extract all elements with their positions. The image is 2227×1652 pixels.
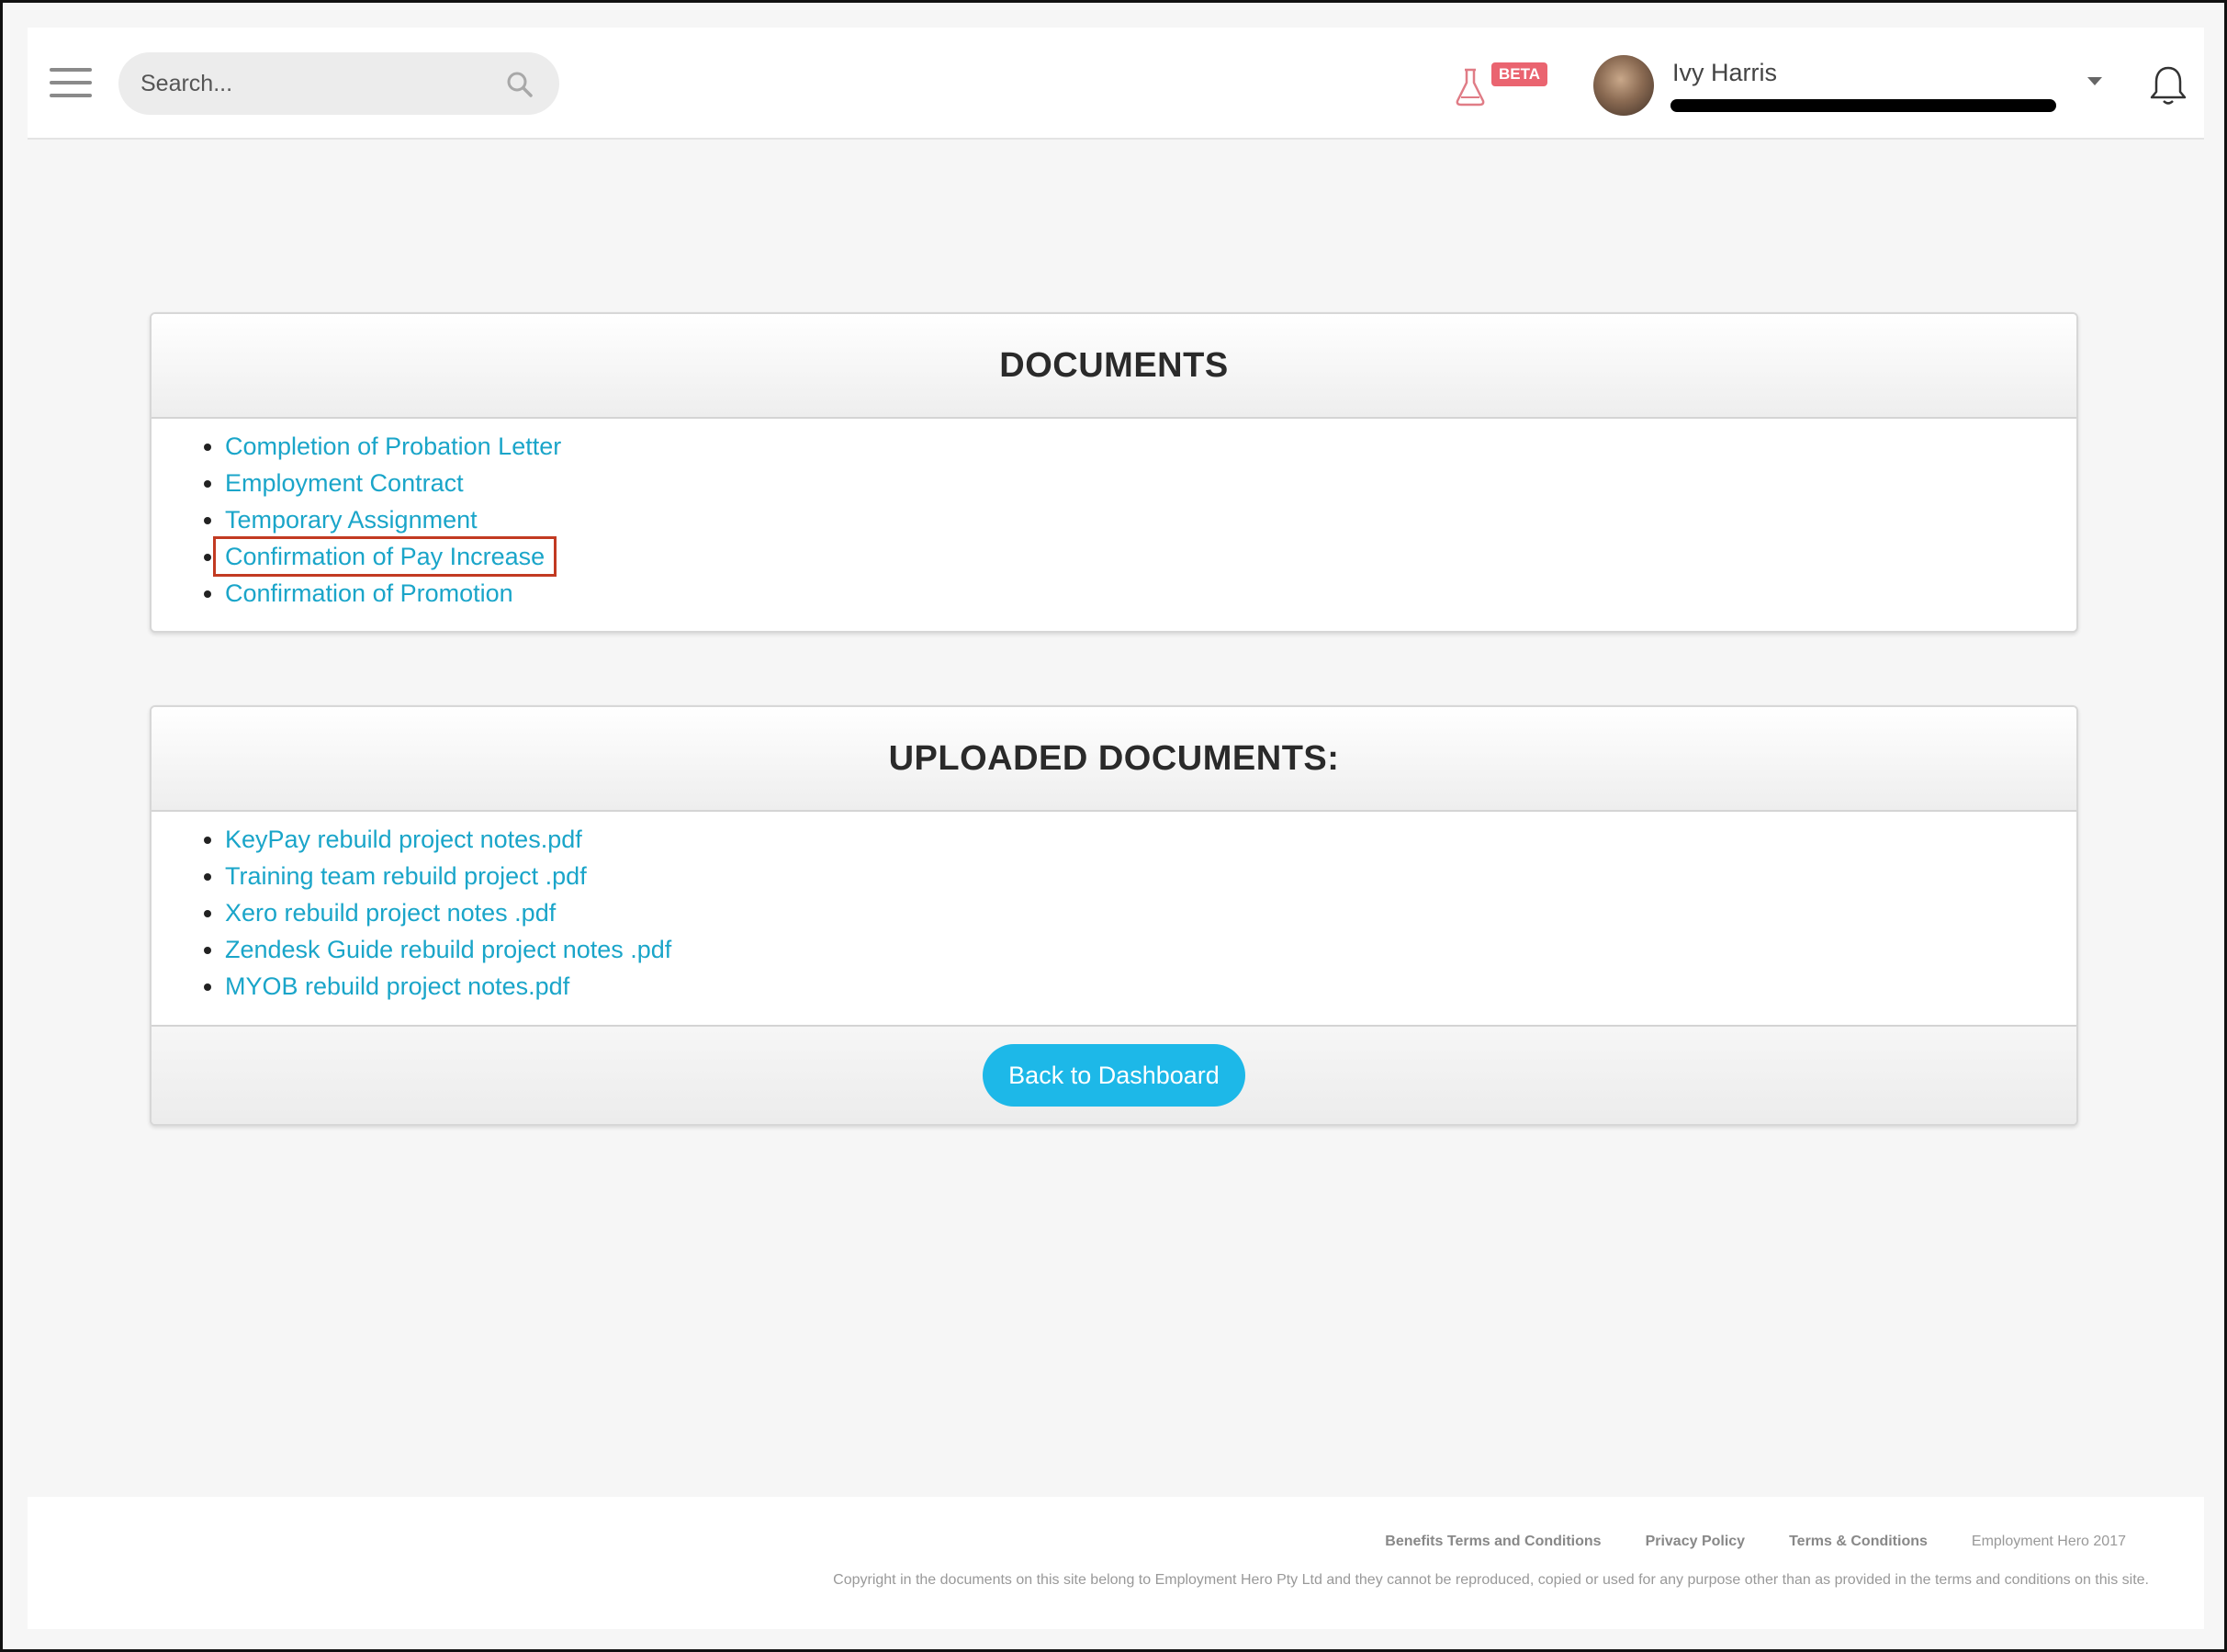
footer-brand: Employment Hero 2017 — [1971, 1534, 2126, 1549]
list-item: KeyPay rebuild project notes.pdf — [225, 821, 2076, 858]
bell-icon[interactable] — [2149, 64, 2188, 107]
beta-features[interactable]: BETA — [1454, 61, 1564, 107]
user-name: Ivy Harris — [1672, 59, 1777, 86]
document-link[interactable]: Employment Contract — [225, 469, 464, 497]
top-bar: BETA Ivy Harris — [28, 28, 2204, 140]
list-item: Temporary Assignment — [225, 501, 2076, 538]
benefits-terms-link[interactable]: Benefits Terms and Conditions — [1385, 1534, 1601, 1550]
search-box[interactable] — [118, 52, 559, 115]
uploaded-documents-panel: UPLOADED DOCUMENTS: KeyPay rebuild proje… — [150, 705, 2078, 1126]
document-link[interactable]: Completion of Probation Letter — [225, 433, 561, 460]
panel-footer: Back to Dashboard — [152, 1025, 2076, 1124]
copyright-text: Copyright in the documents on this site … — [833, 1572, 2149, 1588]
menu-icon[interactable] — [50, 68, 92, 97]
uploaded-documents-list: KeyPay rebuild project notes.pdf Trainin… — [152, 812, 2076, 1005]
search-icon[interactable] — [506, 71, 534, 98]
list-item: Confirmation of Pay Increase — [212, 536, 2076, 577]
chevron-down-icon[interactable] — [2086, 75, 2104, 88]
uploaded-documents-title: UPLOADED DOCUMENTS: — [888, 738, 1340, 778]
document-link[interactable]: Confirmation of Promotion — [225, 579, 513, 607]
document-link[interactable]: Temporary Assignment — [225, 506, 478, 534]
flask-icon — [1456, 68, 1485, 107]
uploaded-file-link[interactable]: MYOB rebuild project notes.pdf — [225, 972, 569, 1000]
list-item: Training team rebuild project .pdf — [225, 858, 2076, 894]
user-menu[interactable]: Ivy Harris — [1593, 48, 2108, 121]
documents-panel: DOCUMENTS Completion of Probation Letter… — [150, 312, 2078, 633]
list-item: Xero rebuild project notes .pdf — [225, 894, 2076, 931]
list-item: MYOB rebuild project notes.pdf — [225, 968, 2076, 1005]
page-footer: Benefits Terms and Conditions Privacy Po… — [28, 1497, 2204, 1629]
uploaded-file-link[interactable]: Zendesk Guide rebuild project notes .pdf — [225, 936, 671, 963]
list-item: Zendesk Guide rebuild project notes .pdf — [225, 931, 2076, 968]
list-item: Employment Contract — [225, 465, 2076, 501]
list-item: Confirmation of Promotion — [225, 575, 2076, 612]
documents-header: DOCUMENTS — [152, 314, 2076, 419]
privacy-policy-link[interactable]: Privacy Policy — [1646, 1534, 1746, 1550]
back-to-dashboard-button[interactable]: Back to Dashboard — [983, 1044, 1245, 1107]
footer-links: Benefits Terms and Conditions Privacy Po… — [1385, 1534, 2126, 1550]
list-item: Completion of Probation Letter — [225, 428, 2076, 465]
uploaded-file-link[interactable]: KeyPay rebuild project notes.pdf — [225, 826, 582, 853]
documents-title: DOCUMENTS — [999, 345, 1229, 385]
uploaded-file-link[interactable]: Training team rebuild project .pdf — [225, 862, 587, 890]
app-window: BETA Ivy Harris DOCUMENTS Completion of … — [0, 0, 2227, 1652]
document-link-highlighted[interactable]: Confirmation of Pay Increase — [212, 536, 557, 577]
avatar — [1593, 55, 1654, 116]
terms-conditions-link[interactable]: Terms & Conditions — [1789, 1534, 1928, 1550]
uploaded-file-link[interactable]: Xero rebuild project notes .pdf — [225, 899, 556, 927]
uploaded-documents-header: UPLOADED DOCUMENTS: — [152, 707, 2076, 812]
beta-badge: BETA — [1491, 62, 1548, 86]
redacted-email — [1670, 99, 2056, 112]
search-input[interactable] — [141, 52, 499, 115]
documents-list: Completion of Probation Letter Employmen… — [152, 419, 2076, 612]
